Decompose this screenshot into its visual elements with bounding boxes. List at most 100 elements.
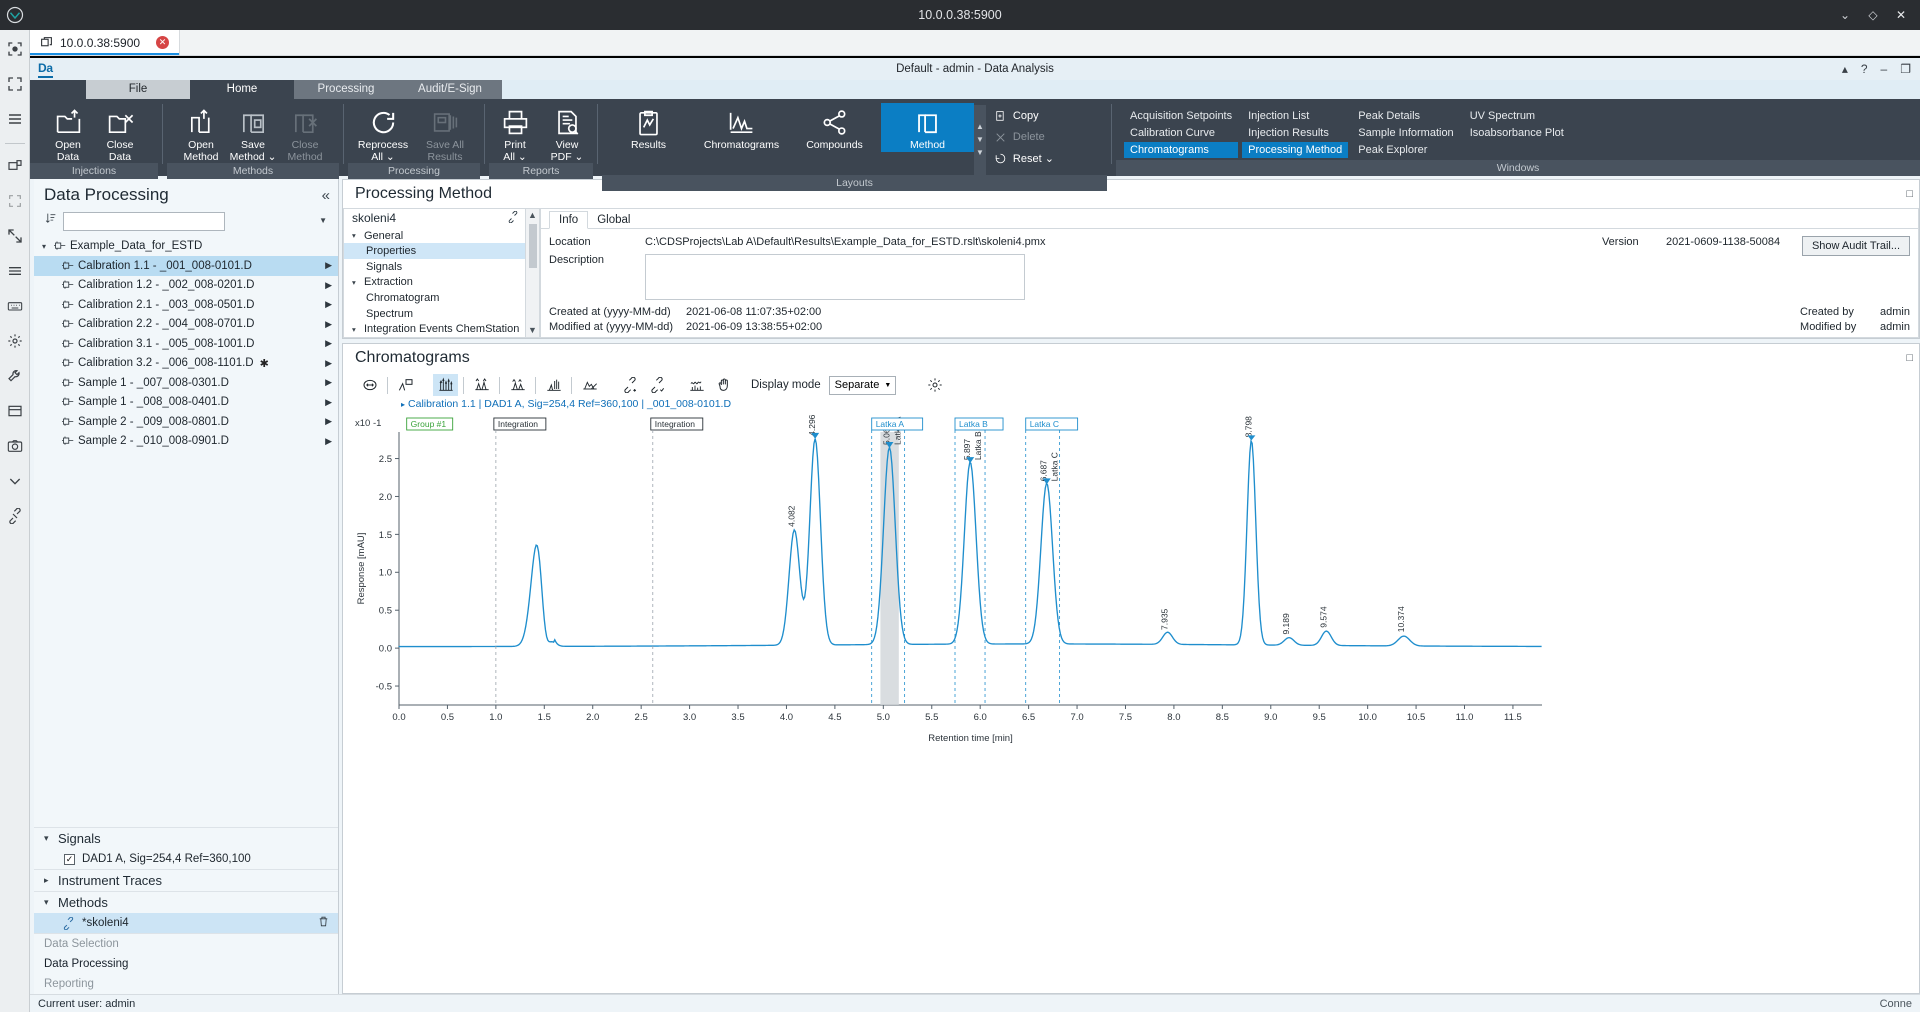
app-maximize-button[interactable]: ❐ (1900, 62, 1911, 76)
tree-node-calibration-3-1[interactable]: Calibration 3.1 - _005_008-1001.D ▶ (34, 334, 338, 354)
signals-section-header[interactable]: ▾ Signals (34, 827, 338, 849)
vnc-center-icon[interactable] (2, 36, 28, 62)
signal-overlay-icon[interactable] (684, 374, 709, 396)
instrument-traces-section-header[interactable]: ▸ Instrument Traces (34, 869, 338, 891)
row-expand-icon[interactable]: ▶ (325, 260, 332, 271)
row-expand-icon[interactable]: ▶ (325, 377, 332, 388)
window-peak-explorer[interactable]: Peak Explorer (1352, 142, 1459, 158)
chevron-down-icon[interactable]: ▼ (319, 216, 327, 225)
layout-reset-command[interactable]: Reset ⌄ (994, 149, 1054, 167)
window-injection-list[interactable]: Injection List (1242, 108, 1348, 124)
layout-scroll-up-icon[interactable]: ▲ (976, 122, 984, 132)
delete-method-icon[interactable] (317, 915, 330, 931)
tree-node-sample-2-010[interactable]: Sample 2 - _010_008-0901.D ▶ (34, 432, 338, 452)
ribbon-tab-home[interactable]: Home (190, 80, 294, 99)
ribbon-tab-processing[interactable]: Processing (294, 80, 398, 99)
vnc-minimize-button[interactable]: ⌄ (1832, 2, 1858, 28)
tree-node-sample-1-008[interactable]: Sample 1 - _008_008-0401.D ▶ (34, 393, 338, 413)
pm-node-general[interactable]: ▾ General (344, 228, 525, 244)
tab-global[interactable]: Global (588, 212, 639, 228)
results-layout-button[interactable]: Results (602, 103, 695, 152)
method-layout-button[interactable]: Method (881, 103, 974, 152)
annotation-edit-icon[interactable] (644, 374, 669, 396)
signal-checkbox[interactable]: ✓ (64, 854, 75, 865)
save-method-button[interactable]: Save Method ⌄ (227, 103, 279, 163)
pm-node-properties[interactable]: Properties (344, 243, 525, 259)
row-expand-icon[interactable]: ▶ (325, 299, 332, 310)
ribbon-tab-audit-esign[interactable]: Audit/E-Sign (398, 80, 502, 99)
peaks-all-icon[interactable] (433, 374, 458, 396)
vnc-chevron-down-icon[interactable] (2, 468, 28, 494)
annotation-add-icon[interactable] (617, 374, 642, 396)
panel-collapse-icon[interactable]: « (322, 187, 330, 204)
vnc-menu-icon[interactable] (2, 106, 28, 132)
tree-node-calibration-1-1[interactable]: Calbration 1.1 - _001_008-0101.D ▶ (34, 256, 338, 276)
pm-node-integration-events[interactable]: ▾ Integration Events ChemStation (344, 321, 525, 337)
print-all-button[interactable]: Print All ⌄ (489, 103, 541, 163)
show-audit-trail-button[interactable]: Show Audit Trail... (1802, 236, 1910, 256)
vnc-fullscreen-icon[interactable] (2, 71, 28, 97)
scroll-up-icon[interactable]: ▲ (528, 209, 537, 222)
pm-node-extraction[interactable]: ▾ Extraction (344, 275, 525, 291)
tab-info[interactable]: Info (549, 211, 588, 229)
nav-reporting[interactable]: Reporting (34, 974, 338, 994)
row-expand-icon[interactable]: ▶ (325, 280, 332, 291)
window-processing-method[interactable]: Processing Method (1242, 142, 1348, 158)
vnc-list-icon[interactable] (2, 258, 28, 284)
window-isoabsorbance-plot[interactable]: Isoabsorbance Plot (1464, 125, 1570, 141)
ribbon-collapse-button[interactable]: ▴ (1842, 62, 1848, 76)
tree-node-sample-2-009[interactable]: Sample 2 - _009_008-0801.D ▶ (34, 412, 338, 432)
zoom-select-icon[interactable] (393, 374, 418, 396)
row-expand-icon[interactable]: ▶ (325, 436, 332, 447)
pm-node-signals[interactable]: Signals (344, 259, 525, 275)
window-sample-information[interactable]: Sample Information (1352, 125, 1459, 141)
chromatograms-layout-button[interactable]: Chromatograms (695, 103, 788, 152)
tree-node-root[interactable]: ▾ Example_Data_for_ESTD (34, 237, 338, 257)
row-expand-icon[interactable]: ▶ (325, 358, 332, 369)
vnc-restore-button[interactable]: ◇ (1860, 2, 1886, 28)
window-injection-results[interactable]: Injection Results (1242, 125, 1348, 141)
tree-node-sample-1-007[interactable]: Sample 1 - _007_008-0301.D ▶ (34, 373, 338, 393)
layout-scroll-down-icon[interactable]: ▼ (976, 135, 984, 145)
row-expand-icon[interactable]: ▶ (325, 338, 332, 349)
window-chromatograms[interactable]: Chromatograms (1124, 142, 1238, 158)
window-acquisition-setpoints[interactable]: Acquisition Setpoints (1124, 108, 1238, 124)
methods-section-header[interactable]: ▾ Methods (34, 891, 338, 913)
window-uv-spectrum[interactable]: UV Spectrum (1464, 108, 1570, 124)
open-method-button[interactable]: Open Method (175, 103, 227, 163)
tree-node-calibration-2-1[interactable]: Calibration 2.1 - _003_008-0501.D ▶ (34, 295, 338, 315)
window-calibration-curve[interactable]: Calibration Curve (1124, 125, 1238, 141)
open-data-button[interactable]: Open Data (42, 103, 94, 163)
vnc-remote-screen[interactable]: Da Default - admin - Data Analysis ▴ ? –… (30, 56, 1920, 1012)
nav-data-selection[interactable]: Data Selection (34, 934, 338, 954)
link-icon[interactable] (507, 211, 519, 226)
chromatograms-restore-icon[interactable]: □ (1906, 352, 1919, 364)
reprocess-all-button[interactable]: Reprocess All ⌄ (352, 103, 414, 163)
expand-arrow-icon[interactable]: ▾ (44, 897, 58, 908)
window-peak-details[interactable]: Peak Details (1352, 108, 1459, 124)
collapse-arrow-icon[interactable]: ▸ (44, 875, 58, 886)
layout-more-icon[interactable]: ▼ (976, 148, 984, 158)
ribbon-tab-file[interactable]: File (86, 80, 190, 99)
pm-node-spectrum[interactable]: Spectrum (344, 306, 525, 322)
peaks-baseline-icon[interactable] (469, 374, 494, 396)
tree-node-calibration-3-2[interactable]: Calibration 3.2 - _006_008-1101.D ✱ ▶ (34, 354, 338, 374)
vnc-session-tab-close-icon[interactable]: ✕ (156, 36, 169, 49)
peak-slope-icon[interactable] (577, 374, 602, 396)
expand-arrow-icon[interactable]: ▾ (42, 242, 54, 251)
vnc-expand-icon[interactable] (2, 223, 28, 249)
processing-method-restore-icon[interactable]: □ (1906, 188, 1919, 200)
sort-filter-icon[interactable] (44, 212, 58, 230)
expand-arrow-icon[interactable]: ▾ (352, 278, 364, 287)
app-minimize-button[interactable]: – (1881, 62, 1888, 76)
description-input[interactable] (645, 254, 1025, 300)
gear-icon[interactable] (922, 374, 947, 396)
zoom-out-icon[interactable] (357, 374, 382, 396)
layout-copy-command[interactable]: Copy (994, 107, 1054, 125)
vnc-session-tab[interactable]: 10.0.0.38:5900 ✕ (30, 30, 180, 55)
row-expand-icon[interactable]: ▶ (325, 416, 332, 427)
vnc-transfer-icon[interactable] (2, 398, 28, 424)
tree-node-calibration-2-2[interactable]: Calibration 2.2 - _004_008-0701.D ▶ (34, 315, 338, 335)
scrollbar-thumb[interactable] (529, 224, 537, 268)
pan-hand-icon[interactable] (711, 374, 736, 396)
